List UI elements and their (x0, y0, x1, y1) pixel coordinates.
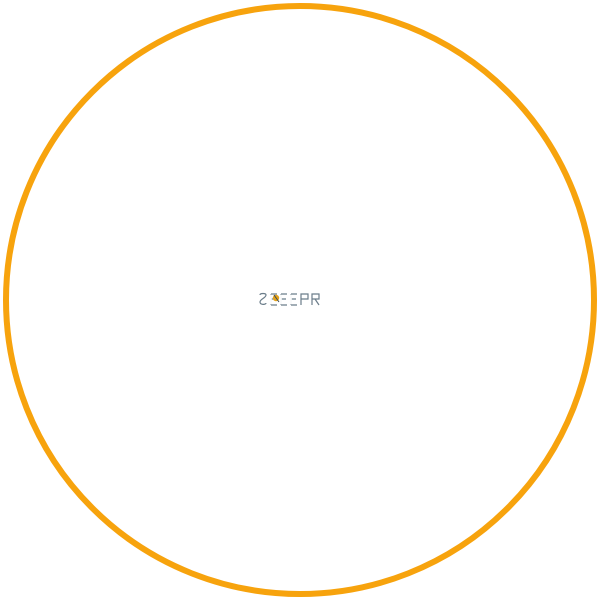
canvas (0, 0, 600, 600)
logo-accent-mark (272, 294, 280, 303)
logo-lettering-outline (259, 292, 320, 306)
center-logo-icon (259, 292, 320, 306)
